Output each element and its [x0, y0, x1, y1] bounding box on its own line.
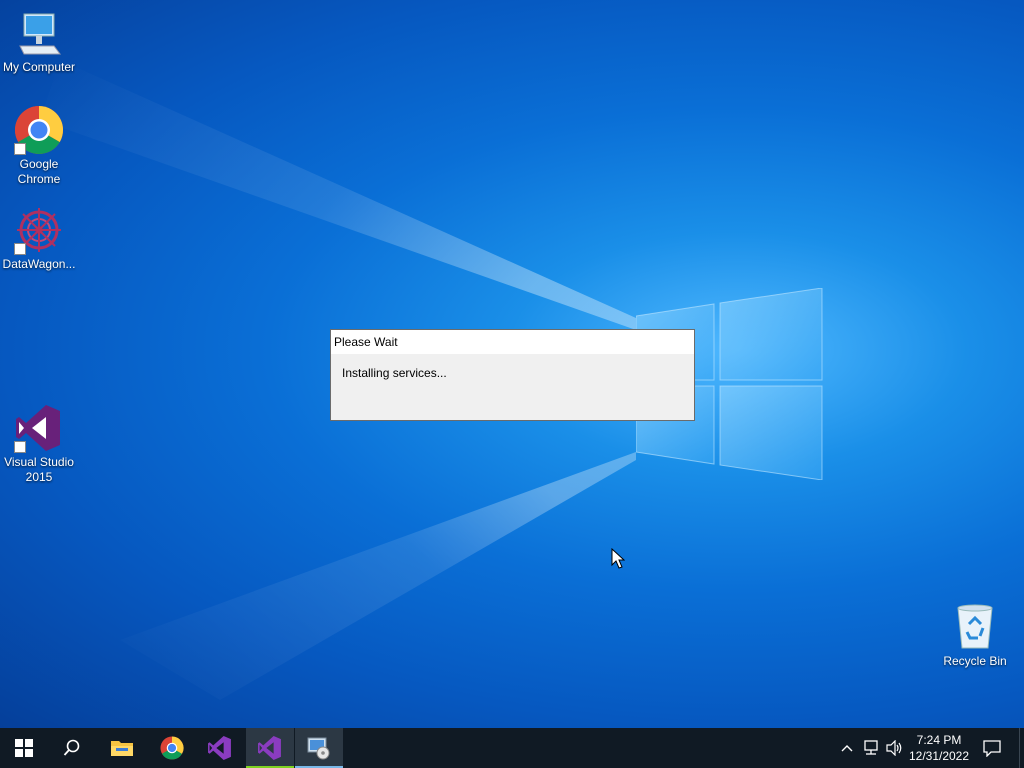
chevron-up-icon	[841, 745, 853, 752]
volume-icon	[886, 740, 902, 756]
dialog-title: Please Wait	[331, 330, 694, 354]
network-icon	[864, 740, 878, 755]
chrome-icon	[14, 105, 64, 155]
taskbar-clock[interactable]: 7:24 PM 12/31/2022	[904, 732, 974, 764]
desktop-icon-label: Google Chrome	[17, 157, 61, 186]
desktop-icon-label: Recycle Bin	[943, 654, 1007, 668]
desktop-icon-datawagon[interactable]: DataWagon...	[0, 205, 78, 272]
desktop-icon-visual-studio[interactable]: Visual Studio 2015	[0, 403, 78, 485]
desktop: My Computer Google Chrome DataWagon... V…	[0, 0, 1024, 728]
dialog-message: Installing services...	[342, 366, 447, 380]
tray-overflow-button[interactable]	[838, 728, 856, 768]
desktop-icon-label: My Computer	[2, 60, 76, 74]
notification-icon	[983, 740, 1001, 757]
taskbar-visual-studio[interactable]	[196, 728, 244, 768]
mouse-cursor-icon	[611, 548, 625, 569]
windows-start-icon	[15, 739, 33, 757]
visual-studio-icon	[14, 403, 64, 453]
taskbar-file-explorer[interactable]	[98, 728, 146, 768]
taskbar: 7:24 PM 12/31/2022	[0, 728, 1024, 768]
search-button[interactable]	[48, 728, 96, 768]
taskbar-visual-studio-running[interactable]	[246, 728, 294, 768]
desktop-icon-label: DataWagon...	[2, 257, 76, 271]
start-button[interactable]	[0, 728, 48, 768]
action-center-button[interactable]	[978, 728, 1006, 768]
desktop-icon-my-computer[interactable]: My Computer	[0, 8, 78, 75]
shortcut-arrow-icon	[14, 441, 26, 453]
computer-icon	[14, 8, 64, 58]
visual-studio-icon	[258, 736, 281, 760]
shortcut-arrow-icon	[14, 243, 26, 255]
folder-icon	[111, 741, 133, 756]
taskbar-installer[interactable]	[295, 728, 343, 768]
taskbar-chrome[interactable]	[148, 728, 196, 768]
visual-studio-icon	[208, 736, 231, 760]
tray-network[interactable]	[860, 728, 882, 768]
clock-date: 12/31/2022	[908, 749, 970, 763]
desktop-icon-label: Visual Studio 2015	[4, 455, 74, 484]
chrome-icon	[160, 736, 184, 760]
show-desktop-button[interactable]	[1019, 728, 1024, 768]
tray-volume[interactable]	[884, 728, 906, 768]
please-wait-dialog[interactable]: Please Wait Installing services...	[330, 329, 695, 421]
datawagon-icon	[14, 205, 64, 255]
desktop-icon-recycle-bin[interactable]: Recycle Bin	[936, 602, 1014, 669]
recycle-bin-icon	[950, 602, 1000, 652]
search-icon	[63, 739, 80, 756]
installer-icon	[307, 737, 330, 760]
clock-time: 7:24 PM	[916, 733, 962, 747]
desktop-icon-google-chrome[interactable]: Google Chrome	[0, 105, 78, 187]
shortcut-arrow-icon	[14, 143, 26, 155]
